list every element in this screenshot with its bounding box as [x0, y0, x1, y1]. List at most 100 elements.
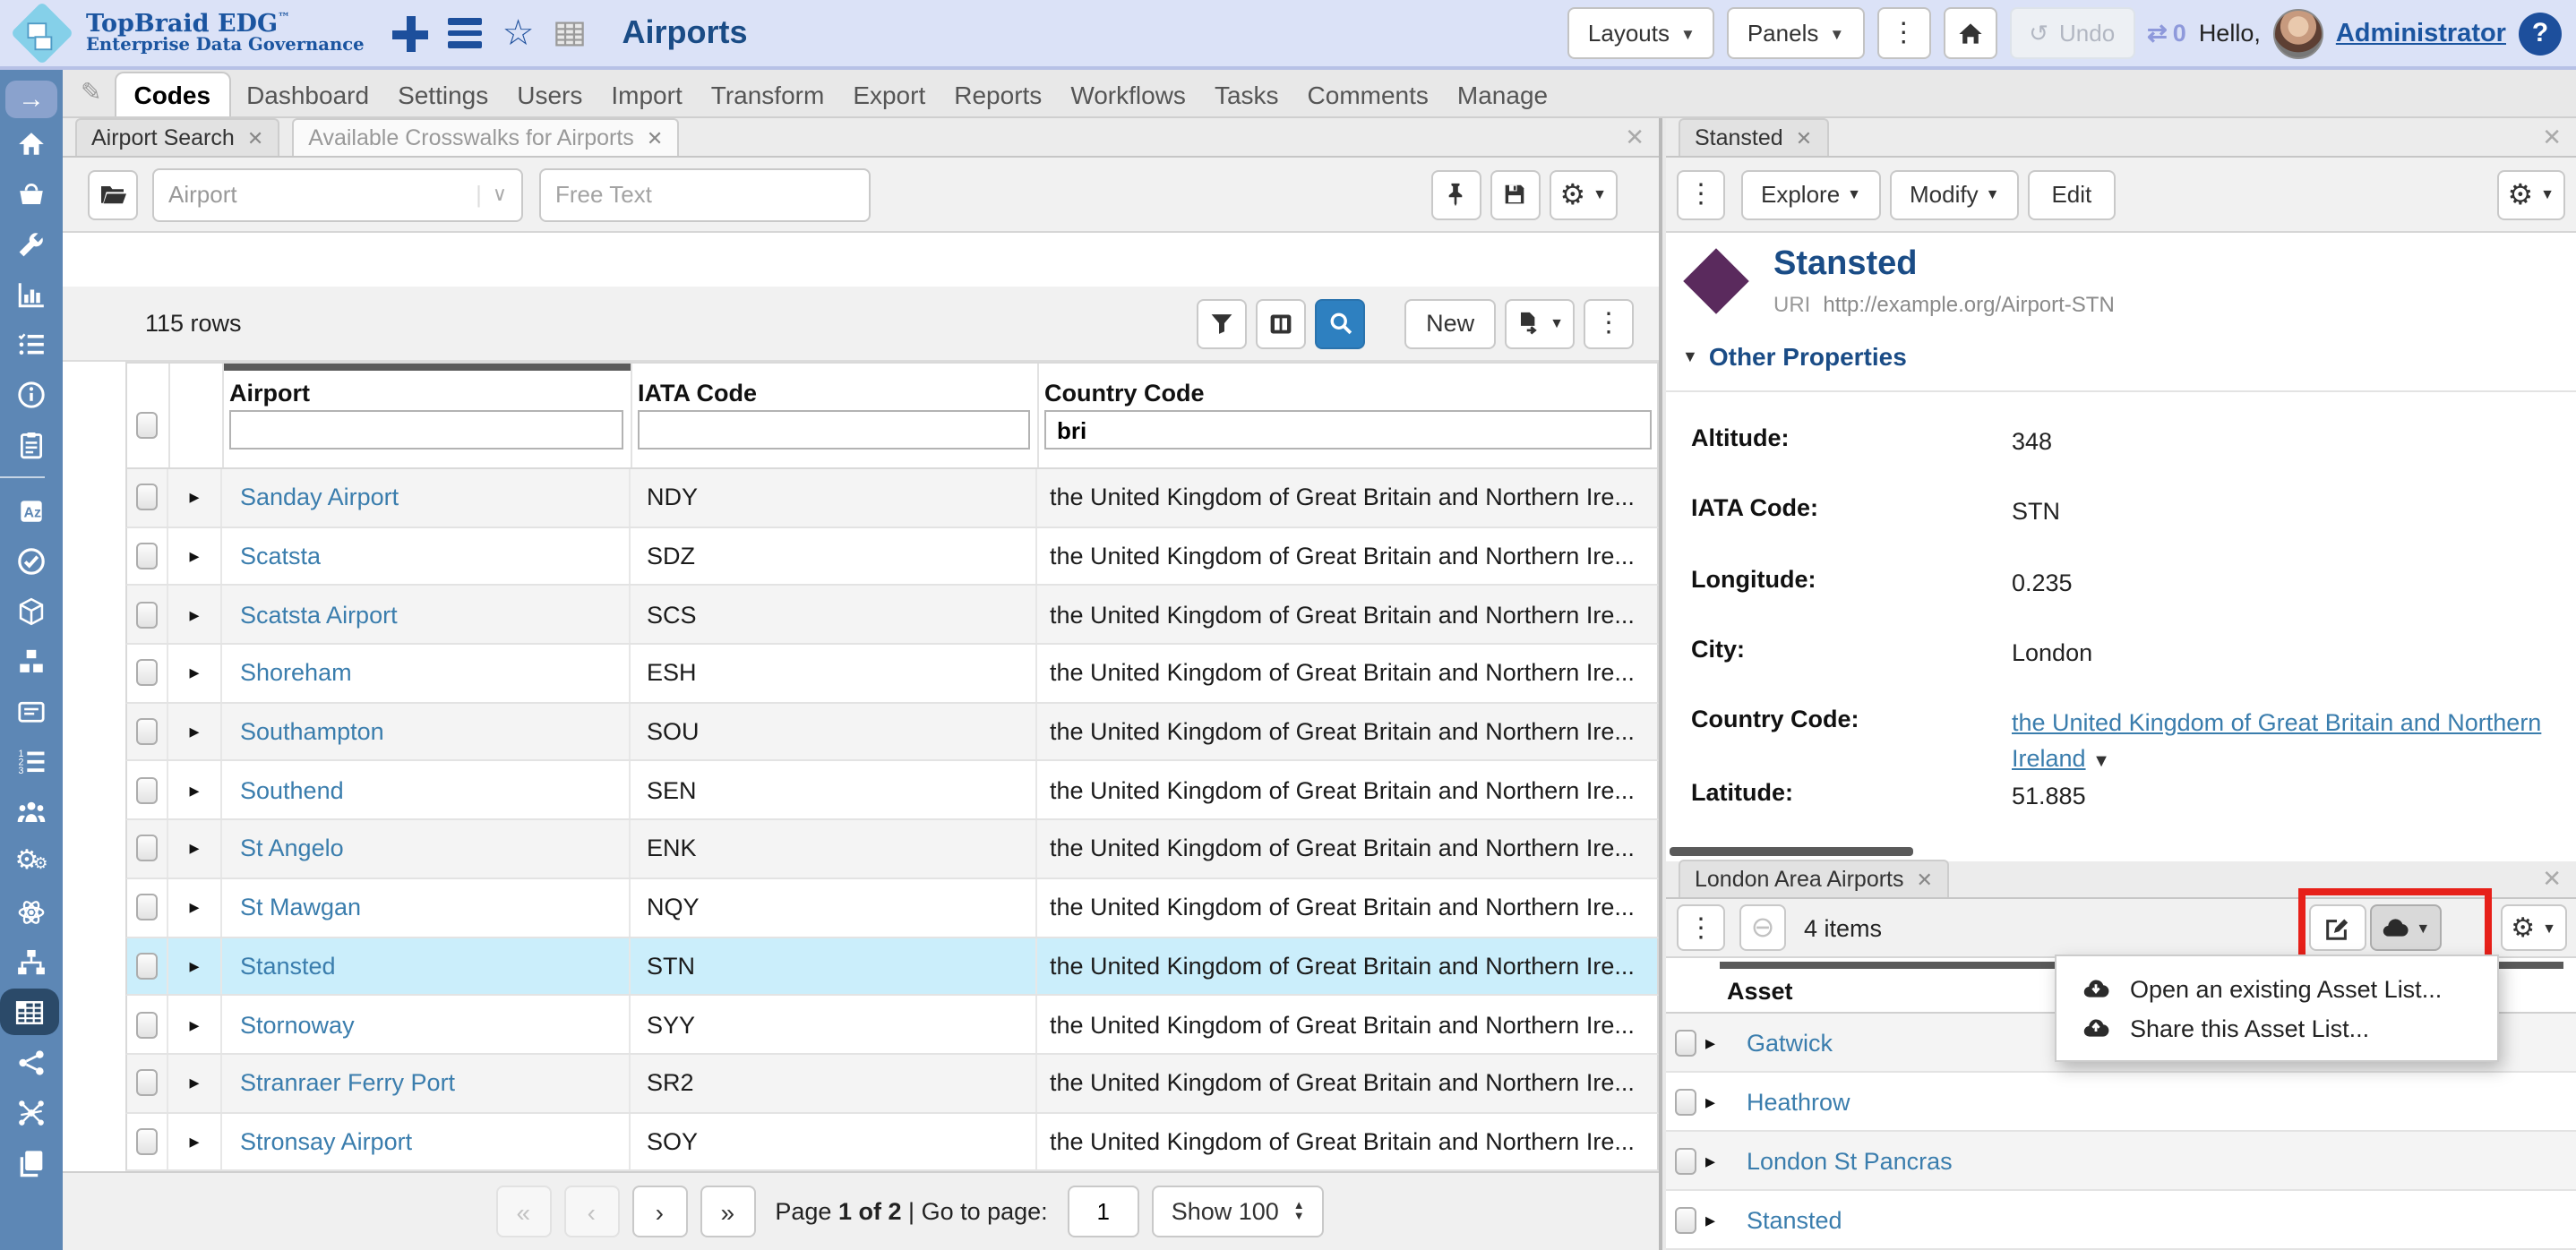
- search-settings-button[interactable]: ⚙ ▼: [1549, 169, 1618, 219]
- airport-link[interactable]: Stansted: [240, 953, 336, 980]
- table-row[interactable]: ▸ Sanday Airport NDY the United Kingdom …: [125, 469, 1659, 528]
- country-code-link[interactable]: the United Kingdom of Great Britain and …: [2012, 709, 2541, 771]
- free-text-input[interactable]: [539, 167, 871, 221]
- edit-asset-list-button[interactable]: [2308, 904, 2366, 951]
- expander-icon[interactable]: ▸: [189, 895, 199, 919]
- sidebar-expand-button[interactable]: →: [5, 81, 57, 118]
- save-search-button[interactable]: [1490, 169, 1541, 219]
- administrator-link[interactable]: Administrator: [2336, 19, 2506, 47]
- export-button[interactable]: ▼: [1505, 298, 1575, 348]
- table-row[interactable]: ▸ Southampton SOU the United Kingdom of …: [125, 703, 1659, 762]
- sidebar-item-glossary-az[interactable]: Az: [0, 485, 63, 535]
- airport-link[interactable]: Stornoway: [240, 1011, 355, 1038]
- expander-icon[interactable]: ▸: [189, 720, 199, 743]
- sidebar-item-table-grid[interactable]: [0, 989, 59, 1035]
- sidebar-item-people[interactable]: [0, 786, 63, 836]
- detail-settings-button[interactable]: ⚙ ▼: [2496, 169, 2565, 219]
- sidebar-item-bar-chart[interactable]: [0, 269, 63, 319]
- more-options-button[interactable]: ⋮: [1876, 7, 1931, 59]
- asset-list-cloud-button[interactable]: ▼: [2369, 904, 2442, 951]
- expander-icon[interactable]: ▸: [189, 1013, 199, 1036]
- sidebar-item-atom[interactable]: [0, 886, 63, 937]
- sidebar-item-cube[interactable]: [0, 586, 63, 636]
- row-checkbox[interactable]: [136, 776, 158, 804]
- column-header-asset[interactable]: Asset: [1727, 978, 1793, 1005]
- tab-london-area-airports[interactable]: London Area Airports ✕: [1679, 860, 1949, 897]
- row-checkbox[interactable]: [136, 1011, 158, 1039]
- asset-row[interactable]: ▸ Stansted: [1666, 1191, 2576, 1250]
- table-more-button[interactable]: ⋮: [1584, 298, 1634, 348]
- airport-link[interactable]: Southampton: [240, 718, 384, 745]
- asset-link[interactable]: Heathrow: [1747, 1088, 1850, 1115]
- asset-type-select[interactable]: Airport | ∨: [152, 167, 523, 221]
- row-checkbox[interactable]: [136, 835, 158, 862]
- expander-icon[interactable]: ▸: [189, 1071, 199, 1094]
- airport-link[interactable]: Southend: [240, 777, 344, 804]
- table-row[interactable]: ▸ St Mawgan NQY the United Kingdom of Gr…: [125, 878, 1659, 938]
- column-header-airport[interactable]: Airport: [229, 380, 310, 407]
- panel-close-icon[interactable]: ✕: [1625, 124, 1644, 152]
- topbraid-logo[interactable]: TopBraid EDG™ Enterprise Data Governance: [0, 1, 365, 65]
- panel-close-icon[interactable]: ✕: [2542, 124, 2562, 152]
- table-row[interactable]: ▸ Shoreham ESH the United Kingdom of Gre…: [125, 645, 1659, 704]
- close-icon[interactable]: ✕: [647, 126, 663, 150]
- row-checkbox[interactable]: [1675, 1088, 1696, 1115]
- expander-icon[interactable]: ▸: [189, 544, 199, 568]
- sidebar-item-pages[interactable]: [0, 1137, 63, 1187]
- tab-transform[interactable]: Transform: [699, 73, 837, 116]
- tab-airport-search[interactable]: Airport Search ✕: [75, 118, 280, 156]
- layouts-button[interactable]: Layouts ▼: [1567, 7, 1715, 59]
- airport-filter-input[interactable]: [229, 410, 623, 449]
- expander-icon[interactable]: ▸: [1705, 1149, 1715, 1172]
- row-checkbox[interactable]: [136, 894, 158, 921]
- table-row[interactable]: ▸ Scatsta SDZ the United Kingdom of Grea…: [125, 527, 1659, 586]
- sidebar-item-card[interactable]: [0, 686, 63, 736]
- iata-filter-input[interactable]: [638, 410, 1030, 449]
- expander-icon[interactable]: ▸: [1705, 1090, 1715, 1113]
- panel-close-icon[interactable]: ✕: [2542, 865, 2562, 894]
- tab-dashboard[interactable]: Dashboard: [234, 73, 382, 116]
- detail-more-button[interactable]: ⋮: [1677, 169, 1725, 219]
- row-checkbox[interactable]: [136, 601, 158, 629]
- edit-tabs-pencil-icon[interactable]: ✎: [81, 77, 101, 107]
- airport-link[interactable]: Stranraer Ferry Port: [240, 1069, 455, 1096]
- explore-button[interactable]: Explore ▼: [1741, 169, 1881, 219]
- open-search-button[interactable]: [88, 169, 138, 219]
- chevron-down-icon[interactable]: ▼: [2092, 751, 2110, 771]
- expander-icon[interactable]: ▸: [189, 1130, 199, 1153]
- sidebar-item-info[interactable]: [0, 369, 63, 419]
- new-asset-button[interactable]: New: [1404, 298, 1497, 348]
- tab-codes[interactable]: Codes: [114, 72, 231, 116]
- close-icon[interactable]: ✕: [247, 126, 263, 150]
- horizontal-scrollbar-thumb[interactable]: [1670, 847, 1913, 856]
- tab-tasks[interactable]: Tasks: [1202, 73, 1292, 116]
- table-row[interactable]: ▸ Stornoway SYY the United Kingdom of Gr…: [125, 996, 1659, 1055]
- menu-item[interactable]: Open an existing Asset List...: [2057, 969, 2497, 1008]
- row-checkbox[interactable]: [136, 952, 158, 980]
- row-checkbox[interactable]: [136, 718, 158, 746]
- last-page-button[interactable]: »: [700, 1186, 756, 1237]
- table-row[interactable]: ▸ Stranraer Ferry Port SR2 the United Ki…: [125, 1054, 1659, 1114]
- sidebar-item-gears[interactable]: ⚙⚙: [0, 836, 63, 886]
- user-avatar[interactable]: [2272, 8, 2323, 58]
- airport-link[interactable]: St Angelo: [240, 835, 344, 862]
- expander-icon[interactable]: ▸: [189, 486, 199, 509]
- search-button[interactable]: [1315, 298, 1366, 348]
- select-all-checkbox[interactable]: [136, 412, 158, 439]
- help-button[interactable]: ?: [2519, 12, 2562, 55]
- tab-comments[interactable]: Comments: [1295, 73, 1441, 116]
- sidebar-item-home[interactable]: [0, 118, 63, 168]
- tab-import[interactable]: Import: [598, 73, 694, 116]
- expander-icon[interactable]: ▸: [1705, 1208, 1715, 1231]
- tab-settings[interactable]: Settings: [385, 73, 501, 116]
- menu-item[interactable]: Share this Asset List...: [2057, 1008, 2497, 1048]
- row-checkbox[interactable]: [136, 659, 158, 687]
- expander-icon[interactable]: ▸: [189, 603, 199, 626]
- edit-button[interactable]: Edit: [2028, 169, 2116, 219]
- airport-link[interactable]: St Mawgan: [240, 894, 361, 920]
- airport-link[interactable]: Shoreham: [240, 660, 352, 687]
- row-checkbox[interactable]: [136, 484, 158, 511]
- expander-icon[interactable]: ▸: [189, 837, 199, 860]
- row-checkbox[interactable]: [136, 1069, 158, 1097]
- asset-link[interactable]: Stansted: [1747, 1206, 1842, 1233]
